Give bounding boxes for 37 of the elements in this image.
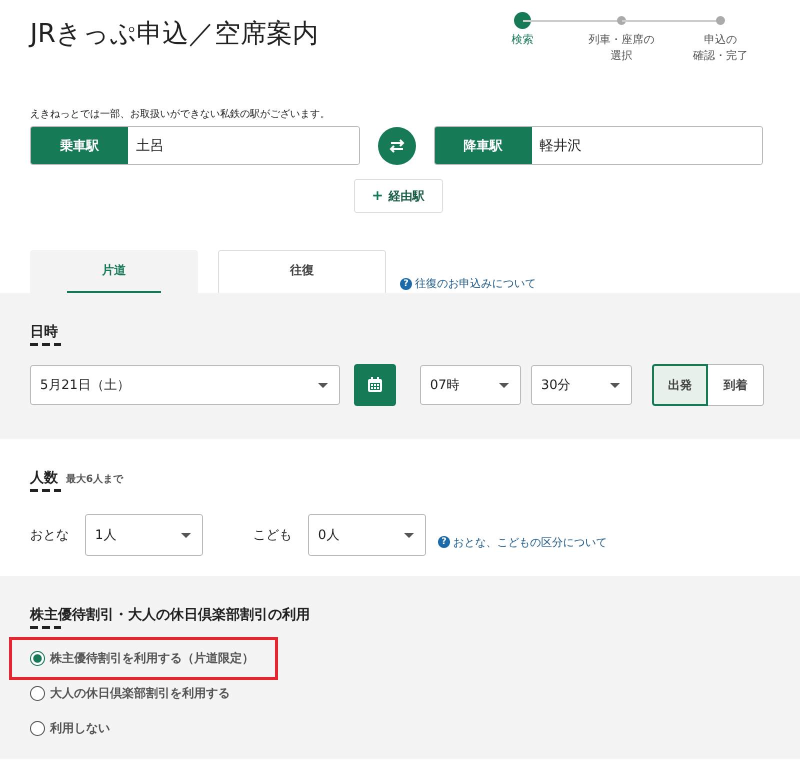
max-note: 最大6人まで xyxy=(66,472,123,486)
time-mode-toggle[interactable]: 出発 xyxy=(652,364,708,406)
child-label: こども xyxy=(253,527,292,544)
adult-count-select[interactable]: 1人 xyxy=(85,514,203,556)
trip-type-tab[interactable]: 片道 xyxy=(30,250,198,293)
departure-station-field[interactable]: 乗車駅 土呂 xyxy=(30,126,360,165)
discount-radio-option[interactable]: 大人の休日倶楽部割引を利用する xyxy=(30,685,230,702)
swap-arrows-icon xyxy=(388,138,406,152)
step-label: 選択 xyxy=(610,48,632,64)
discount-radio-option[interactable]: 利用しない xyxy=(30,720,110,737)
notice-text: えきねっとでは一部、お取扱いができない私鉄の駅がございます。 xyxy=(30,108,331,121)
step-label: 検索 xyxy=(512,32,534,48)
minute-select[interactable]: 30分 xyxy=(531,365,632,405)
heading-underline xyxy=(30,489,61,492)
page-title: JRきっぷ申込／空席案内 xyxy=(30,18,319,51)
section-heading: 株主優待割引・大人の休日倶楽部割引の利用 xyxy=(30,606,310,624)
swap-button[interactable] xyxy=(378,126,416,164)
trip-type-tab[interactable]: 往復 xyxy=(218,250,386,293)
round-trip-help-link[interactable]: ? 往復のお申込みについて xyxy=(400,276,536,291)
child-count-select[interactable]: 0人 xyxy=(308,514,426,556)
arrival-station-field[interactable]: 降車駅 軽井沢 xyxy=(434,126,763,165)
calendar-button[interactable] xyxy=(354,364,396,406)
hour-select[interactable]: 07時 xyxy=(420,365,521,405)
heading-underline xyxy=(30,343,61,346)
date-select[interactable]: 5月21日（土） xyxy=(30,365,340,405)
add-via-station-button[interactable]: + 経由駅 xyxy=(354,179,442,213)
time-mode-toggle[interactable]: 到着 xyxy=(708,364,764,406)
section-heading: 日時 xyxy=(30,323,59,341)
step-label: 申込の xyxy=(704,32,737,48)
passenger-help-link[interactable]: ? おとな、こどもの区分について xyxy=(438,534,607,550)
step-label: 列車・座席の xyxy=(588,32,654,48)
adult-label: おとな xyxy=(30,527,69,544)
heading-underline xyxy=(30,626,61,629)
calendar-icon xyxy=(367,377,383,393)
section-heading: 人数 xyxy=(30,469,58,487)
discount-radio-option[interactable]: 株主優待割引を利用する（片道限定） xyxy=(30,650,254,667)
step-label: 確認・完了 xyxy=(693,48,748,64)
